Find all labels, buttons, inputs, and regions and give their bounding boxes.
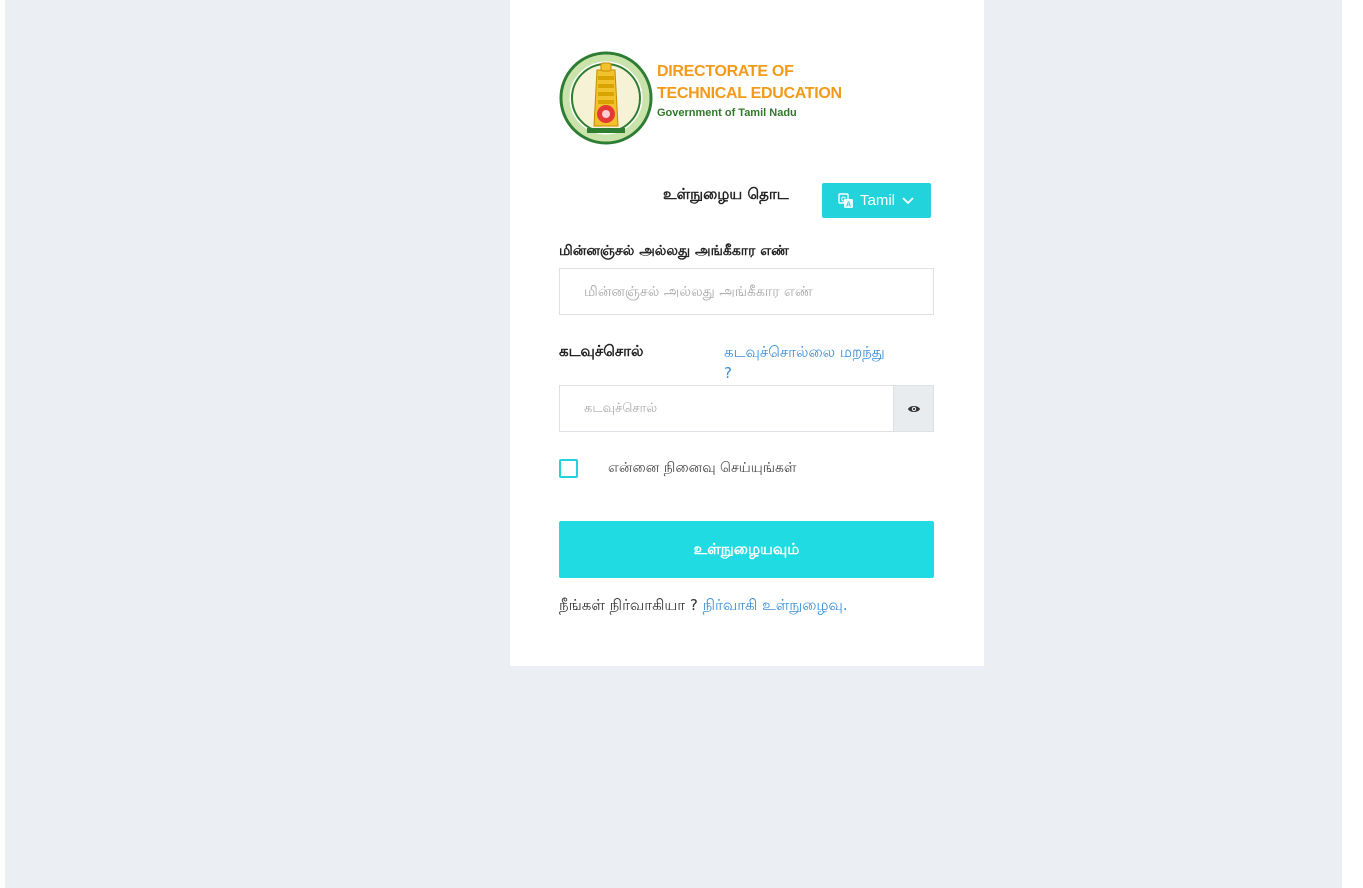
- logo-title-line1: DIRECTORATE OF: [657, 63, 794, 80]
- forgot-password-link[interactable]: கடவுச்சொல்லை மறந்து ?: [724, 342, 894, 384]
- logo-subtitle: Government of Tamil Nadu: [657, 107, 797, 119]
- remember-me-label: என்னை நினைவு செய்யுங்கள்: [608, 460, 797, 476]
- admin-login-link[interactable]: நிர்வாகி உள்நுழைவு.: [703, 596, 848, 614]
- language-select-button[interactable]: G A Tamil: [822, 183, 931, 218]
- language-label: Tamil: [859, 192, 895, 209]
- login-title: உள்நுழைய தொட: [663, 185, 789, 203]
- svg-text:A: A: [846, 201, 851, 208]
- login-button[interactable]: உள்நுழையவும்: [559, 521, 934, 578]
- admin-question: நீங்கள் நிர்வாகியா ?: [559, 596, 703, 614]
- admin-login-line: நீங்கள் நிர்வாகியா ? நிர்வாகி உள்நுழைவு.: [559, 596, 848, 616]
- eye-icon: [907, 405, 920, 412]
- logo-text: DIRECTORATE OF TECHNICAL EDUCATION Gover…: [657, 61, 842, 121]
- logo-title-line2: TECHNICAL EDUCATION: [657, 85, 842, 102]
- chevron-down-icon: [902, 196, 914, 204]
- tamil-nadu-emblem-icon: [559, 51, 653, 145]
- email-label: மின்னஞ்சல் அல்லது அங்கீகார எண்: [559, 243, 789, 259]
- translate-icon: G A: [838, 192, 853, 208]
- password-label: கடவுச்சொல்: [559, 342, 644, 360]
- dote-logo: DIRECTORATE OF TECHNICAL EDUCATION Gover…: [559, 48, 869, 152]
- login-card: DIRECTORATE OF TECHNICAL EDUCATION Gover…: [510, 0, 984, 666]
- remember-me-checkbox[interactable]: [559, 459, 578, 478]
- password-input[interactable]: [559, 385, 894, 432]
- toggle-password-visibility-button[interactable]: [894, 385, 934, 432]
- email-input[interactable]: [559, 268, 934, 315]
